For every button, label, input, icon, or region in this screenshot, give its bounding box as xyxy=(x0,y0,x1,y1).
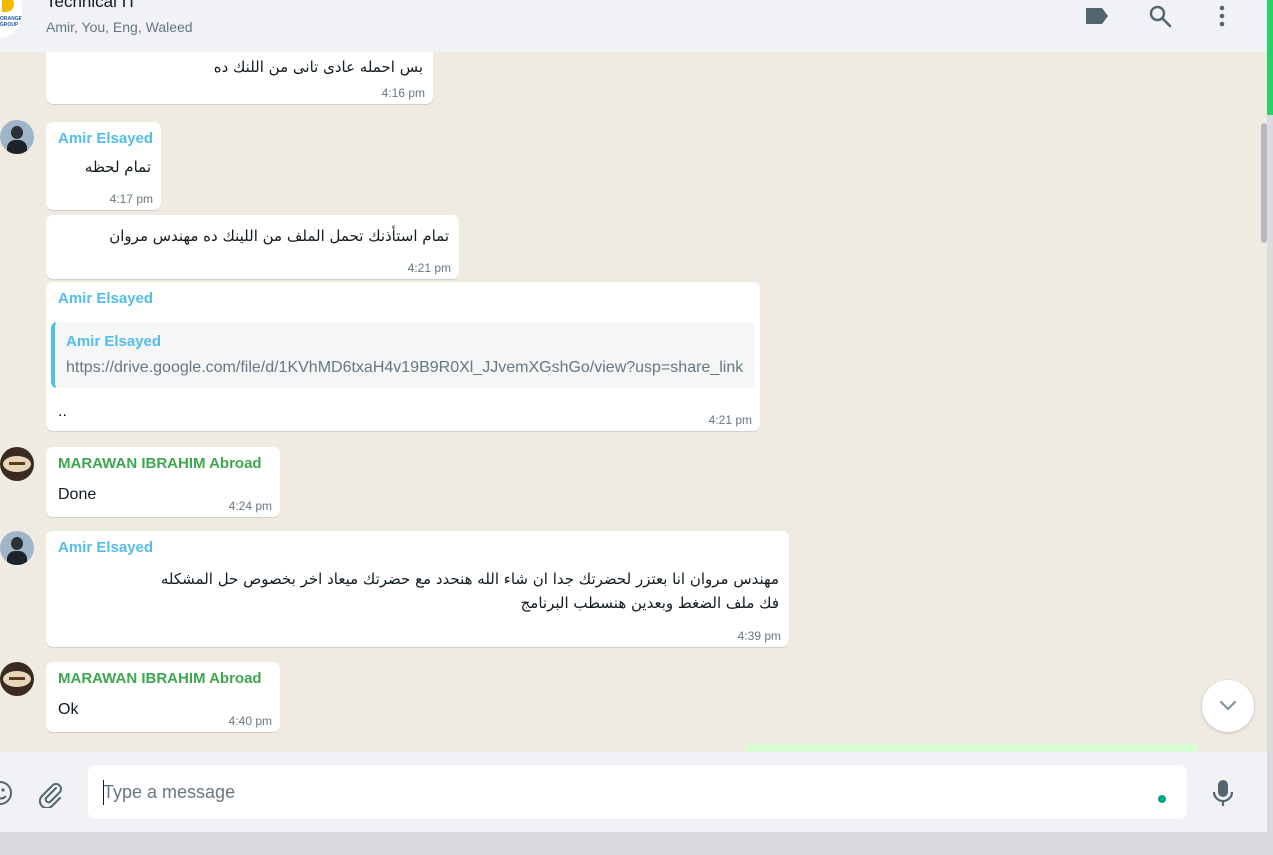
message-input[interactable] xyxy=(103,765,1143,819)
window-edge xyxy=(1267,115,1273,855)
window-bottom-edge xyxy=(0,832,1273,855)
message-text: Ok xyxy=(58,701,79,718)
message-list[interactable]: بس احمله عادى تانى من اللنك ده 4:16 pm A… xyxy=(0,52,1267,752)
message-bubble[interactable]: Amir Elsayed تمام لحظه 4:17 pm xyxy=(46,122,161,210)
attach-button[interactable] xyxy=(36,780,64,810)
message-bubble[interactable]: تمام استأذنك تحمل الملف من اللينك ده مهن… xyxy=(46,215,459,279)
quoted-message[interactable]: Amir Elsayed https://drive.google.com/fi… xyxy=(51,322,755,388)
message-bubble[interactable]: MARAWAN IBRAHIM Abroad Ok 4:40 pm xyxy=(46,662,280,732)
message-bubble[interactable]: Amir Elsayed مهندس مروان انا بعتزر لحضرت… xyxy=(46,531,789,647)
message-text: تمام استأذنك تحمل الملف من اللينك ده مهن… xyxy=(109,227,449,245)
message-text: تمام لحظه xyxy=(84,158,151,176)
text-caret xyxy=(103,780,104,805)
quoted-link[interactable]: https://drive.google.com/file/d/1KVhMD6t… xyxy=(66,359,743,377)
quoted-sender: Amir Elsayed xyxy=(66,333,162,350)
chat-members[interactable]: Amir, You, Eng, Waleed xyxy=(46,19,193,35)
label-icon[interactable] xyxy=(1083,2,1111,30)
emoji-icon xyxy=(0,781,12,805)
avatar-marawan[interactable] xyxy=(0,662,34,696)
microphone-icon xyxy=(1212,780,1234,806)
avatar-amir[interactable] xyxy=(0,120,34,154)
chat-window: ORANGE GROUP Technical IT Amir, You, Eng,… xyxy=(0,0,1267,832)
chat-title[interactable]: Technical IT xyxy=(46,0,137,12)
message-bubble[interactable]: بس احمله عادى تانى من اللنك ده 4:16 pm xyxy=(46,52,433,104)
sender-name[interactable]: Amir Elsayed xyxy=(58,539,153,556)
sender-name[interactable]: Amir Elsayed xyxy=(58,290,153,307)
chat-header[interactable]: ORANGE GROUP Technical IT Amir, You, Eng,… xyxy=(0,0,1267,52)
window-accent-edge xyxy=(1267,0,1273,115)
scrollbar-thumb[interactable] xyxy=(1261,123,1267,243)
sender-name[interactable]: MARAWAN IBRAHIM Abroad xyxy=(58,455,262,472)
group-logo-mark xyxy=(2,0,14,12)
outgoing-bubble-edge xyxy=(746,744,1197,752)
chevron-down-icon xyxy=(1219,700,1237,711)
message-time: 4:17 pm xyxy=(109,192,153,206)
group-logo-text: ORANGE GROUP xyxy=(0,16,22,28)
message-time: 4:40 pm xyxy=(228,714,272,728)
message-text: Done xyxy=(58,486,97,503)
message-time: 4:16 pm xyxy=(381,86,425,100)
menu-icon[interactable] xyxy=(1208,2,1236,30)
avatar-amir[interactable] xyxy=(0,531,34,565)
emoji-button[interactable] xyxy=(0,779,14,807)
message-text-line: مهندس مروان انا بعتزر لحضرتك جدا ان شاء … xyxy=(160,570,779,588)
paperclip-icon xyxy=(38,783,62,810)
message-time: 4:39 pm xyxy=(737,629,781,643)
scroll-to-bottom-button[interactable] xyxy=(1202,680,1254,732)
sender-name[interactable]: MARAWAN IBRAHIM Abroad xyxy=(58,670,262,687)
avatar-marawan[interactable] xyxy=(0,447,34,481)
message-composer[interactable] xyxy=(88,765,1187,819)
sender-name[interactable]: Amir Elsayed xyxy=(58,130,153,147)
message-bubble[interactable]: MARAWAN IBRAHIM Abroad Done 4:24 pm xyxy=(46,447,280,517)
search-icon[interactable] xyxy=(1146,2,1174,30)
status-dot xyxy=(1158,795,1166,803)
group-avatar[interactable]: ORANGE GROUP xyxy=(0,0,22,38)
message-text: .. xyxy=(58,403,67,420)
message-time: 4:24 pm xyxy=(228,499,272,513)
voice-message-button[interactable] xyxy=(1209,778,1237,808)
composer-bar xyxy=(0,752,1267,832)
message-text: بس احمله عادى تانى من اللنك ده xyxy=(213,58,423,76)
message-text-line: فك ملف الضغط وبعدين هنسطب البرنامج xyxy=(520,594,779,612)
message-time: 4:21 pm xyxy=(708,413,752,427)
message-time: 4:21 pm xyxy=(407,261,451,275)
message-bubble[interactable]: Amir Elsayed Amir Elsayed https://drive.… xyxy=(46,282,760,431)
